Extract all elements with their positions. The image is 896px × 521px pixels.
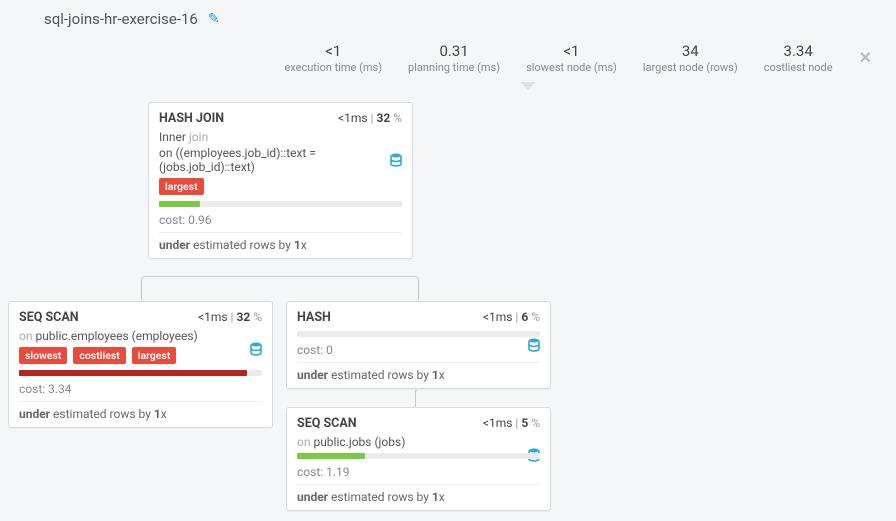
node-title: SEQ SCAN (297, 416, 357, 431)
node-badges: slowest costliest largest (19, 347, 262, 364)
stat-value: <1 (284, 42, 382, 60)
stat-value: 3.34 (764, 42, 833, 60)
plan-canvas: HASH JOIN <1ms | 32 % Inner join on ((em… (0, 84, 896, 514)
page-title: sql-joins-hr-exercise-16 (44, 10, 198, 28)
badge-largest: largest (159, 178, 204, 195)
node-estimate: under estimated rows by 1x (159, 238, 402, 252)
node-cost: cost: 0.96 (159, 213, 402, 233)
node-cost: cost: 1.19 (297, 465, 540, 485)
stats-bar: <1 execution time (ms) 0.31 planning tim… (0, 36, 896, 84)
node-metrics: <1ms | 32 % (338, 111, 402, 125)
stat-execution-time: <1 execution time (ms) (284, 42, 382, 74)
node-estimate: under estimated rows by 1x (297, 490, 540, 504)
cost-bar-fill (297, 453, 365, 459)
stat-label: slowest node (ms) (526, 61, 617, 74)
stat-value: <1 (526, 42, 617, 60)
stat-costliest-node: 3.34 costliest node (764, 42, 833, 74)
node-estimate: under estimated rows by 1x (297, 368, 540, 382)
plan-node-hash-join[interactable]: HASH JOIN <1ms | 32 % Inner join on ((em… (148, 102, 413, 259)
node-condition: on ((employees.job_id)::text = (jobs.job… (159, 146, 369, 174)
node-subtitle: Inner join (159, 130, 402, 144)
node-badges: largest (159, 178, 402, 195)
cost-bar (297, 331, 540, 337)
node-target: on public.jobs (jobs) (297, 435, 540, 449)
database-icon (250, 342, 262, 360)
cost-bar (19, 370, 262, 376)
stat-value: 0.31 (408, 42, 500, 60)
stat-planning-time: 0.31 planning time (ms) (408, 42, 500, 74)
stat-largest-node: 34 largest node (rows) (643, 42, 738, 74)
node-title: HASH JOIN (159, 111, 224, 126)
stat-value: 34 (643, 42, 738, 60)
node-cost: cost: 0 (297, 343, 540, 363)
node-metrics: <1ms | 5 % (483, 416, 540, 430)
database-icon (390, 153, 402, 171)
stat-slowest-node: <1 slowest node (ms) (526, 42, 617, 74)
node-metrics: <1ms | 6 % (483, 310, 540, 324)
connector (415, 390, 417, 408)
cost-bar-fill (19, 370, 247, 376)
pointer-caret-icon (520, 82, 536, 90)
plan-node-seq-scan-jobs[interactable]: SEQ SCAN <1ms | 5 % on public.jobs (jobs… (286, 407, 551, 511)
pencil-icon[interactable]: ✎ (208, 11, 220, 27)
stat-label: planning time (ms) (408, 61, 500, 74)
node-estimate: under estimated rows by 1x (19, 407, 262, 421)
plan-node-seq-scan-employees[interactable]: SEQ SCAN <1ms | 32 % on public.employees… (8, 301, 273, 428)
connector (141, 276, 419, 302)
cost-bar (159, 201, 402, 207)
node-metrics: <1ms | 32 % (198, 310, 262, 324)
badge-largest: largest (132, 347, 177, 364)
node-title: HASH (297, 310, 331, 325)
plan-node-hash[interactable]: HASH <1ms | 6 % cost: 0 under estimated … (286, 301, 551, 389)
badge-slowest: slowest (19, 347, 67, 364)
node-cost: cost: 3.34 (19, 382, 262, 402)
cost-bar-fill (159, 201, 200, 207)
stat-label: largest node (rows) (643, 61, 738, 74)
stat-label: costliest node (764, 61, 833, 74)
stat-label: execution time (ms) (284, 61, 382, 74)
close-icon[interactable]: ✕ (859, 48, 872, 67)
node-title: SEQ SCAN (19, 310, 79, 325)
cost-bar (297, 453, 540, 459)
database-icon (528, 338, 540, 356)
node-target: on public.employees (employees) (19, 329, 262, 343)
badge-costliest: costliest (73, 347, 125, 364)
